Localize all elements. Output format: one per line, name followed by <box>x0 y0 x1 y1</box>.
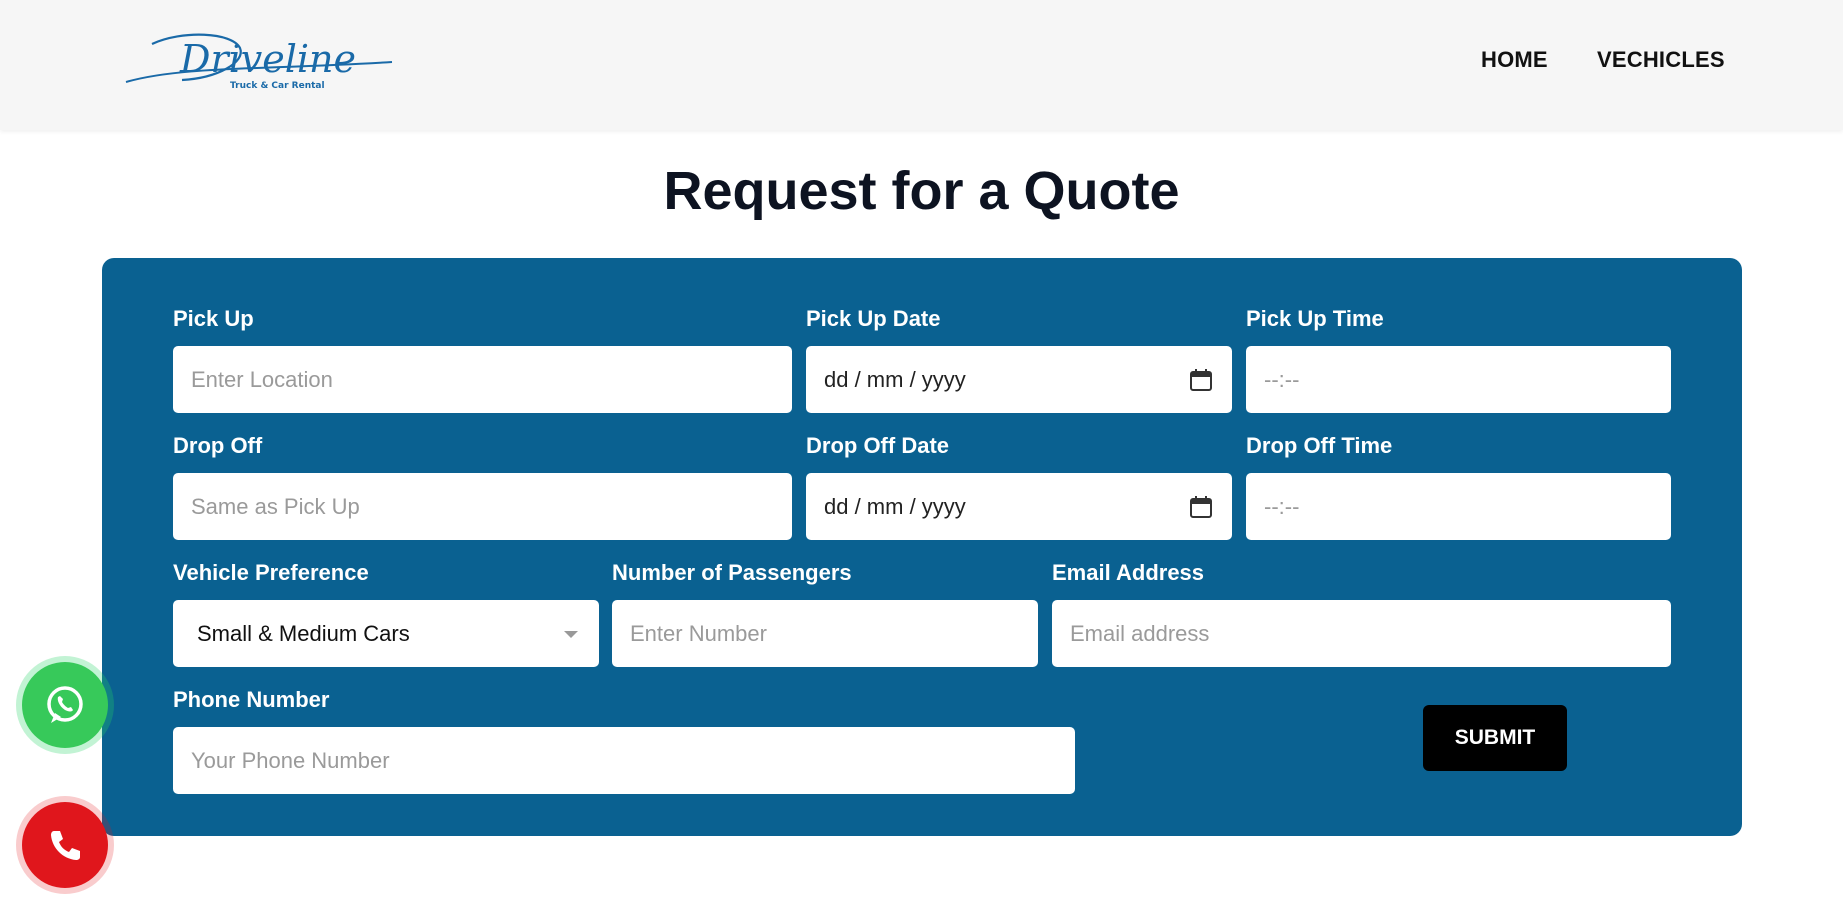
email-label: Email Address <box>1052 560 1205 585</box>
dropoff-date-value: dd / mm / yyyy <box>824 493 966 519</box>
nav-home[interactable]: HOME <box>1481 47 1548 73</box>
passengers-placeholder: Enter Number <box>630 620 767 646</box>
passengers-label: Number of Passengers <box>612 560 852 585</box>
page-title: Request for a Quote <box>663 161 1180 221</box>
vehicle-preference-select[interactable]: Small & Medium Cars <box>173 600 599 667</box>
pickup-time-input[interactable]: --:-- <box>1246 346 1671 413</box>
calendar-icon[interactable] <box>1188 367 1214 393</box>
site-header: Driveline Truck & Car Rental HOME VECHIC… <box>0 0 1843 130</box>
call-button[interactable] <box>22 802 108 888</box>
phone-icon <box>51 831 80 860</box>
dropoff-time-input[interactable]: --:-- <box>1246 473 1671 540</box>
pickup-date-label: Pick Up Date <box>806 306 941 331</box>
pickup-time-label: Pick Up Time <box>1246 306 1384 331</box>
site-logo[interactable]: Driveline Truck & Car Rental <box>122 26 402 96</box>
logo-wordmark: Driveline <box>179 37 356 81</box>
dropoff-date-label: Drop Off Date <box>806 433 949 458</box>
vehicle-preference-value: Small & Medium Cars <box>197 620 410 646</box>
pickup-label: Pick Up <box>173 306 254 331</box>
vehicle-preference-label: Vehicle Preference <box>173 560 369 585</box>
phone-placeholder: Your Phone Number <box>191 747 390 773</box>
logo-tagline: Truck & Car Rental <box>230 81 325 91</box>
pickup-date-input[interactable]: dd / mm / yyyy <box>806 346 1232 413</box>
chevron-down-icon <box>564 630 578 638</box>
logo-mark: Driveline Truck & Car Rental <box>125 33 393 91</box>
pickup-date-value: dd / mm / yyyy <box>824 366 966 392</box>
dropoff-location-input[interactable]: Same as Pick Up <box>173 473 792 540</box>
phone-input[interactable]: Your Phone Number <box>173 727 1075 794</box>
phone-label: Phone Number <box>173 687 330 712</box>
pickup-location-input[interactable]: Enter Location <box>173 346 792 413</box>
nav-vehicles[interactable]: VECHICLES <box>1597 47 1725 73</box>
email-placeholder: Email address <box>1070 620 1210 646</box>
dropoff-label: Drop Off <box>173 433 263 458</box>
email-input[interactable]: Email address <box>1052 600 1671 667</box>
dropoff-placeholder: Same as Pick Up <box>191 493 360 519</box>
whatsapp-button[interactable] <box>22 662 108 748</box>
calendar-icon[interactable] <box>1188 494 1214 520</box>
submit-button[interactable]: SUBMIT <box>1423 705 1567 771</box>
dropoff-date-input[interactable]: dd / mm / yyyy <box>806 473 1232 540</box>
pickup-placeholder: Enter Location <box>191 366 333 392</box>
passengers-input[interactable]: Enter Number <box>612 600 1038 667</box>
whatsapp-icon <box>47 686 83 723</box>
dropoff-time-label: Drop Off Time <box>1246 433 1393 458</box>
dropoff-time-value: --:-- <box>1264 493 1300 519</box>
pickup-time-value: --:-- <box>1264 366 1300 392</box>
